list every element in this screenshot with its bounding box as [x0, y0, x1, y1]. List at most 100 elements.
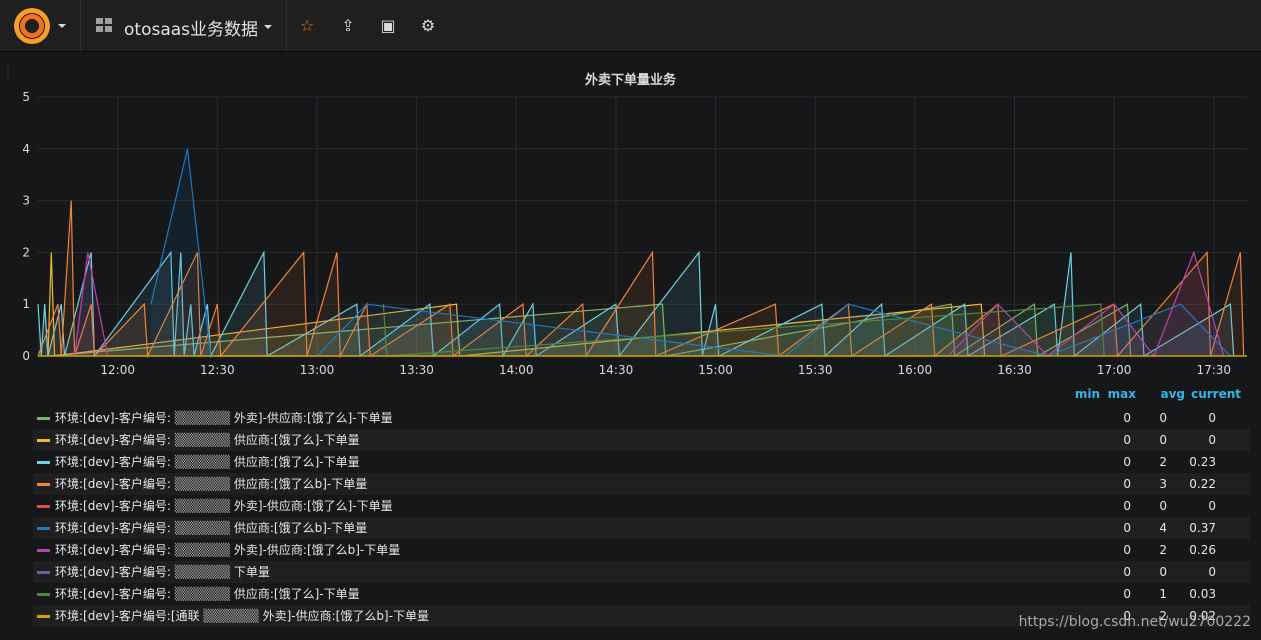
series-name[interactable]: 环境:[dev]-客户编号: ▒▒▒▒▒▒ 外卖]-供应商:[饿了么]-下单量 [55, 407, 393, 429]
series-color-swatch[interactable] [37, 615, 50, 618]
series-name-prefix: 环境:[dev]-客户编号: [55, 433, 171, 447]
chevron-down-icon [58, 24, 66, 28]
legend-value-avg: 0.37 [1189, 521, 1216, 535]
grafana-logo-icon [14, 8, 50, 44]
series-color-swatch[interactable] [37, 505, 50, 508]
series-name[interactable]: 环境:[dev]-客户编号:[通联 ▒▒▒▒▒▒ 外卖]-供应商:[饿了么b]-… [55, 605, 429, 627]
series-name[interactable]: 环境:[dev]-客户编号: ▒▒▒▒▒▒ 下单量 [55, 561, 270, 583]
grafana-menu-button[interactable] [12, 6, 72, 46]
series-name[interactable]: 环境:[dev]-客户编号: ▒▒▒▒▒▒ 供应商:[饿了么b]-下单量 [55, 473, 367, 495]
series-color-swatch[interactable] [37, 571, 50, 574]
series-name[interactable]: 环境:[dev]-客户编号: ▒▒▒▒▒▒ 供应商:[饿了么b]-下单量 [55, 517, 367, 539]
legend-row[interactable]: 环境:[dev]-客户编号: ▒▒▒▒▒▒ 外卖]-供应商:[饿了么b]-下单量… [33, 539, 1250, 561]
series-name-prefix: 环境:[dev]-客户编号: [55, 587, 171, 601]
top-navbar: otosaas业务数据 ☆ ⇪ ▣ ⚙ [0, 0, 1261, 52]
legend-value-max: 1 [1159, 587, 1167, 601]
legend-value-max: 3 [1159, 477, 1167, 491]
watermark: https://blog.csdn.net/wu2700222 [1018, 614, 1251, 630]
time-series-chart[interactable]: 0 1 2 3 4 5 12:00 12:30 13:00 13:30 14:00 14:30 15:0… [0, 57, 1261, 382]
series-name-suffix: 外卖]-供应商:[饿了么b]-下单量 [233, 543, 401, 557]
legend-value-current: 0 [1218, 495, 1261, 517]
legend-row[interactable]: 环境:[dev]-客户编号: ▒▒▒▒▒▒ 下单量0000 [33, 561, 1250, 583]
graph-panel: ⋮ ⋮ 外卖下单量业务 0 1 2 3 4 5 12:00 12:30 13:00 13:30 14:… [0, 57, 1261, 640]
chevron-down-icon [264, 25, 272, 29]
x-tick-label: 14:00 [499, 363, 534, 377]
legend-value-min: 0 [1123, 411, 1131, 425]
legend-value-min: 0 [1123, 433, 1131, 447]
series-name-suffix: 外卖]-供应商:[饿了么]-下单量 [233, 499, 393, 513]
legend-header-max[interactable]: max [1100, 387, 1136, 405]
x-tick-label: 13:00 [300, 363, 335, 377]
star-icon[interactable]: ☆ [293, 12, 321, 40]
legend-row[interactable]: 环境:[dev]-客户编号: ▒▒▒▒▒▒ 外卖]-供应商:[饿了么]-下单量 0… [33, 495, 1250, 517]
series-color-swatch[interactable] [37, 417, 50, 420]
x-tick-label: 17:30 [1196, 363, 1231, 377]
settings-icon[interactable]: ⚙ [414, 12, 442, 40]
legend-value-current: 0 [1218, 583, 1261, 605]
legend-row[interactable]: 环境:[dev]-客户编号: ▒▒▒▒▒▒ 供应商:[饿了么b]-下单量 0 3 0.… [33, 473, 1250, 495]
series-name[interactable]: 环境:[dev]-客户编号: ▒▒▒▒▒▒ 外卖]-供应商:[饿了么]-下单量 [55, 495, 393, 517]
series-name-prefix: 环境:[dev]-客户编号: [55, 455, 171, 469]
legend-value-min: 0 [1123, 521, 1131, 535]
legend-value-min: 0 [1123, 565, 1131, 579]
legend-value-avg: 0 [1208, 499, 1216, 513]
legend-value-avg: 0.23 [1189, 455, 1216, 469]
series-name-prefix: 环境:[dev]-客户编号: [55, 565, 171, 579]
series-name[interactable]: 环境:[dev]-客户编号: ▒▒▒▒▒▒ 供应商:[饿了么]-下单量 [55, 583, 360, 605]
series-name-prefix: 环境:[dev]-客户编号: [55, 521, 171, 535]
series-name-suffix: 外卖]-供应商:[饿了么b]-下单量 [262, 609, 429, 623]
legend-header-current[interactable]: current [1185, 387, 1241, 405]
series-name[interactable]: 环境:[dev]-客户编号: ▒▒▒▒▒▒ 供应商:[饿了么]-下单量 [55, 429, 360, 451]
legend-row[interactable]: 环境:[dev]-客户编号: ▒▒▒▒▒▒ 供应商:[饿了么]-下单量 0 2 0.2… [33, 451, 1250, 473]
series-color-swatch[interactable] [37, 461, 50, 464]
x-tick-label: 15:00 [698, 363, 733, 377]
series-name-prefix: 环境:[dev]-客户编号: [55, 411, 171, 425]
legend-value-avg: 0.26 [1189, 543, 1216, 557]
series-color-swatch[interactable] [37, 439, 50, 442]
legend-value-avg: 0.22 [1189, 477, 1216, 491]
save-icon[interactable]: ▣ [374, 12, 402, 40]
legend-value-max: 2 [1159, 543, 1167, 557]
x-tick-label: 12:30 [200, 363, 235, 377]
series-color-swatch[interactable] [37, 527, 50, 530]
series-color-swatch[interactable] [37, 483, 50, 486]
series-name[interactable]: 环境:[dev]-客户编号: ▒▒▒▒▒▒ 外卖]-供应商:[饿了么b]-下单量 [55, 539, 400, 561]
dashboard-grid-icon [96, 18, 113, 34]
legend-value-min: 0 [1123, 499, 1131, 513]
series-name-prefix: 环境:[dev]-客户编号: [55, 477, 171, 491]
legend-header-min[interactable]: min [1058, 387, 1100, 405]
y-tick-label: 3 [22, 194, 30, 208]
legend-value-current: 0 [1218, 517, 1261, 539]
legend-value-avg: 0 [1208, 411, 1216, 425]
series-name[interactable]: 环境:[dev]-客户编号: ▒▒▒▒▒▒ 供应商:[饿了么]-下单量 [55, 451, 360, 473]
x-tick-label: 12:00 [100, 363, 135, 377]
share-icon[interactable]: ⇪ [334, 12, 362, 40]
series-color-swatch[interactable] [37, 593, 50, 596]
legend-row[interactable]: 环境:[dev]-客户编号: ▒▒▒▒▒▒ 供应商:[饿了么]-下单量 0 1 0.0… [33, 583, 1250, 605]
series-name-suffix: 供应商:[饿了么b]-下单量 [233, 521, 368, 535]
legend-value-max: 0 [1159, 565, 1167, 579]
legend-value-current: 0 [1218, 473, 1261, 495]
legend-value-current: 0 [1218, 561, 1261, 583]
y-tick-label: 1 [22, 297, 30, 311]
navbar-divider [80, 0, 81, 51]
legend-row[interactable]: 环境:[dev]-客户编号: ▒▒▒▒▒▒ 供应商:[饿了么b]-下单量 0 4 0.… [33, 517, 1250, 539]
series-name-suffix: 供应商:[饿了么b]-下单量 [233, 477, 368, 491]
y-tick-label: 2 [22, 245, 30, 259]
x-tick-label: 17:00 [1097, 363, 1132, 377]
legend-row[interactable]: 环境:[dev]-客户编号: ▒▒▒▒▒▒ 供应商:[饿了么]-下单量0000 [33, 429, 1250, 451]
legend-row[interactable]: 环境:[dev]-客户编号: ▒▒▒▒▒▒ 外卖]-供应商:[饿了么]-下单量 0… [33, 407, 1250, 429]
series-color-swatch[interactable] [37, 549, 50, 552]
legend-value-max: 2 [1159, 455, 1167, 469]
x-tick-label: 16:30 [997, 363, 1032, 377]
legend-header-avg[interactable]: avg [1136, 387, 1185, 405]
legend-value-current: 1 [1218, 539, 1261, 561]
x-tick-label: 13:30 [399, 363, 434, 377]
x-tick-label: 15:30 [798, 363, 833, 377]
legend-value-min: 0 [1123, 587, 1131, 601]
legend-value-current: 0 [1218, 407, 1261, 429]
legend-value-max: 0 [1159, 433, 1167, 447]
series-name-prefix: 环境:[dev]-客户编号: [55, 499, 171, 513]
legend-value-min: 0 [1123, 455, 1131, 469]
dashboard-picker-button[interactable]: otosaas业务数据 [86, 8, 282, 44]
